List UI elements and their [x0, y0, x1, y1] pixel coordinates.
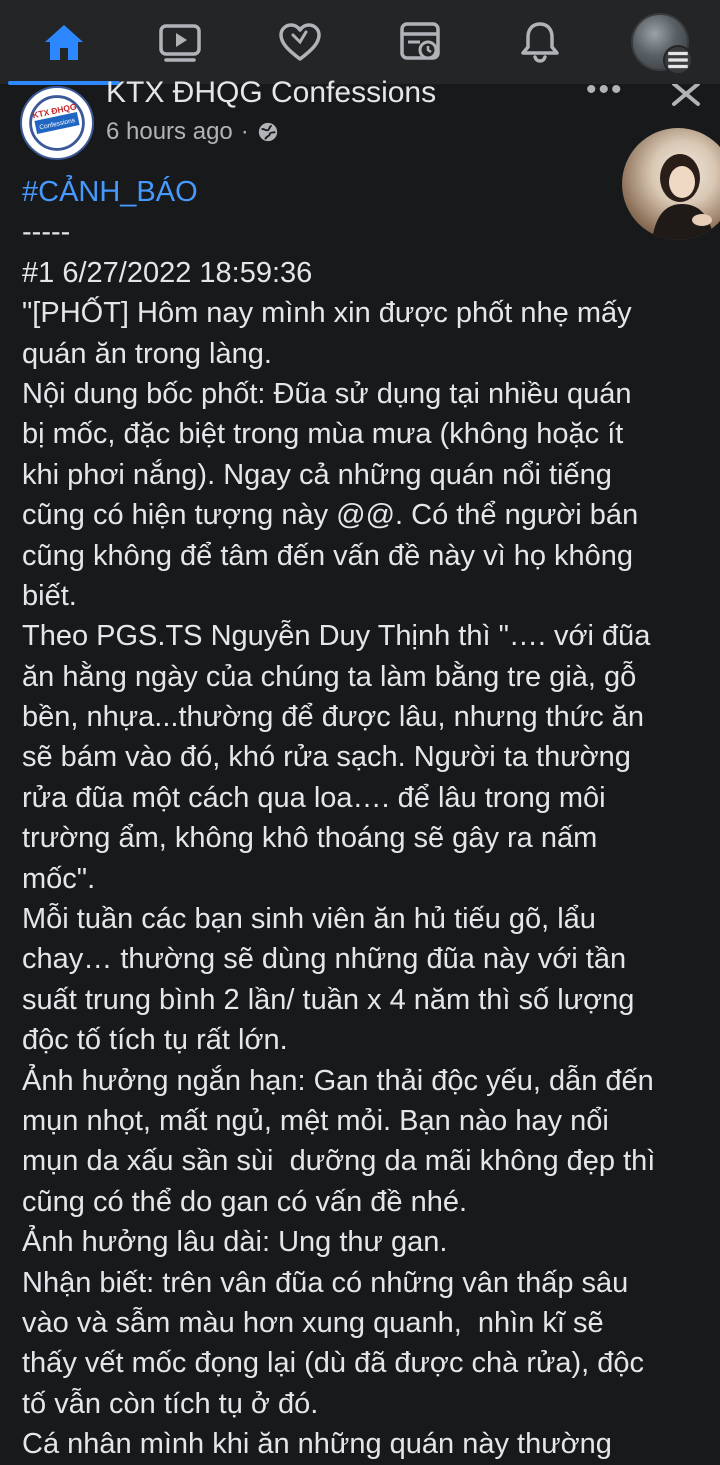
- post-text-line: Nội dung bốc phốt: Đũa sử dụng tại nhiều…: [22, 377, 632, 410]
- menu-icon: [663, 45, 693, 75]
- post-text-line: sẽ bám vào đó, khó rửa sạch. Người ta th…: [22, 741, 631, 774]
- post-text-line: -----: [22, 216, 71, 249]
- post-text-line: mụn nhọt, mất ngủ, mệt mỏi. Bạn nào hay …: [22, 1104, 609, 1137]
- post-text-line: khi phơi nắng). Ngay cả những quán nổi t…: [22, 458, 612, 491]
- post-text-line: chay… thường sẽ dùng những đũa này với t…: [22, 943, 627, 976]
- nav-dating-tab[interactable]: [240, 0, 360, 84]
- page-logo-image: KTX ĐHQG Confessions: [25, 91, 89, 155]
- post-text-line: Theo PGS.TS Nguyễn Duy Thịnh thì "…. với…: [22, 620, 651, 653]
- post-text-line: tố vẫn còn tích tụ ở đó.: [22, 1387, 319, 1420]
- top-nav-bar: [0, 0, 720, 85]
- post-header: KTX ĐHQG Confessions KTX ĐHQG Confession…: [0, 75, 720, 164]
- bell-icon: [521, 22, 559, 63]
- post-text-line: ăn hằng ngày của chúng ta làm bằng tre g…: [22, 660, 637, 693]
- more-options-icon[interactable]: •••: [586, 75, 624, 105]
- close-icon[interactable]: [668, 84, 704, 108]
- post-text-line: độc tố tích tụ rất lớn.: [22, 1024, 288, 1057]
- video-icon: [159, 24, 201, 62]
- post-text-line: vào và sẫm màu hơn xung quanh, nhìn kĩ s…: [22, 1306, 604, 1339]
- post-text-line: biết.: [22, 579, 77, 612]
- post-text-line: suất trung bình 2 lần/ tuần x 4 năm thì …: [22, 983, 635, 1016]
- post-text-line: mụn da xấu sần sùi dưỡng da mãi không đẹ…: [22, 1145, 656, 1178]
- hashtag-link[interactable]: #CẢNH_BÁO: [22, 172, 712, 212]
- page-name-link[interactable]: KTX ĐHQG Confessions: [106, 76, 436, 110]
- post-text-line: rửa đũa một cách qua loa…. để lâu trong …: [22, 781, 606, 814]
- meta-separator: ·: [240, 118, 249, 145]
- post-text-line: thấy vết mốc đọng lại (dù đã được chà rử…: [22, 1347, 645, 1380]
- post-text-line: mốc".: [22, 862, 96, 895]
- post-text-line: Cá nhân mình khi ăn những quán này thườn…: [22, 1428, 612, 1461]
- page-logo[interactable]: KTX ĐHQG Confessions: [20, 86, 94, 160]
- post-text-line: "[PHỐT] Hôm nay mình xin được phốt nhẹ m…: [22, 297, 632, 330]
- nav-menu-tab[interactable]: [600, 0, 720, 84]
- post-body: #CẢNH_BÁO ----- #1 6/27/2022 18:59:36 "[…: [22, 172, 712, 1465]
- post-text-line: cũng có hiện tượng này @@. Có thể người …: [22, 499, 639, 532]
- heart-icon: [279, 23, 321, 61]
- post-text-line: cũng có thể do gan có vấn đề nhé.: [22, 1185, 468, 1218]
- nav-watch-tab[interactable]: [120, 0, 240, 84]
- post-text-line: quán ăn trong làng.: [22, 337, 272, 370]
- memories-icon: [400, 22, 440, 60]
- nav-notifications-tab[interactable]: [480, 0, 600, 84]
- post-text-line: cũng không để tâm đến vấn đề này vì họ k…: [22, 539, 634, 572]
- post-meta: 6 hours ago ·: [106, 118, 279, 146]
- profile-avatar-icon: [631, 13, 693, 75]
- globe-icon: [258, 122, 277, 142]
- post-text-line: Ảnh hưởng lâu dài: Ung thư gan.: [22, 1226, 448, 1259]
- post-text-line: #1 6/27/2022 18:59:36: [22, 256, 313, 289]
- post-timestamp[interactable]: 6 hours ago: [106, 118, 233, 146]
- nav-memories-tab[interactable]: [360, 0, 480, 84]
- post-text-line: bền, nhựa...thường để được lâu, nhưng th…: [22, 701, 645, 734]
- post-text-line: bị mốc, đặc biệt trong mùa mưa (không ho…: [22, 418, 624, 451]
- home-icon: [45, 25, 83, 60]
- post-text-line: Ảnh hưởng ngắn hạn: Gan thải độc yếu, dẫ…: [22, 1064, 654, 1097]
- post-text-line: trường ẩm, không khô thoáng sẽ gây ra nấ…: [22, 822, 598, 855]
- post-text-line: Nhận biết: trên vân đũa có những vân thấ…: [22, 1266, 629, 1299]
- nav-home-tab[interactable]: [4, 0, 124, 84]
- post-text-line: Mỗi tuần các bạn sinh viên ăn hủ tiếu gõ…: [22, 903, 596, 936]
